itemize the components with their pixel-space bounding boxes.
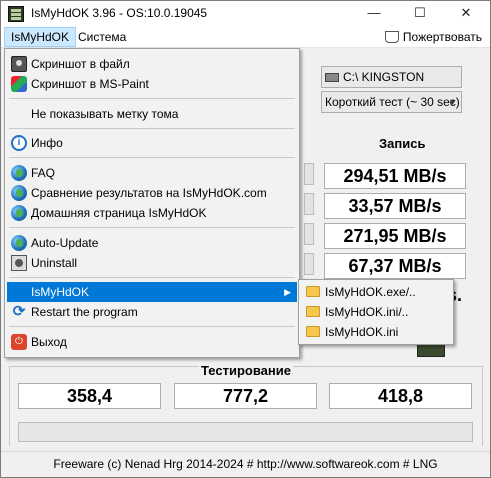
globe-icon <box>11 165 27 181</box>
write-value-4: 67,37 MB/s <box>324 253 466 279</box>
menu-bar: IsMyHdOK Система Пожертвовать <box>1 27 490 48</box>
menu-item-faq[interactable]: FAQ <box>7 163 297 183</box>
write-value-3: 271,95 MB/s <box>324 223 466 249</box>
read-field-stub <box>304 223 314 245</box>
title-bar[interactable]: IsMyHdOK 3.96 - OS:10.0.19045 — ☐ ✕ <box>1 1 490 27</box>
drive-icon <box>325 73 339 82</box>
menu-separator <box>9 277 295 278</box>
power-icon: ⏻ <box>11 334 27 350</box>
menu-item-info[interactable]: i Инфо <box>7 133 297 153</box>
coffee-cup-icon <box>384 31 399 43</box>
menu-item-label: Не показывать метку тома <box>31 107 179 121</box>
testing-value-2: 777,2 <box>174 383 317 409</box>
menu-item-label: FAQ <box>31 166 56 180</box>
maximize-button[interactable]: ☐ <box>397 1 443 27</box>
menu-item-label: Скриншот в файл <box>31 57 130 71</box>
app-icon <box>8 6 24 22</box>
menu-item-screenshot-file[interactable]: Скриншот в файл <box>7 54 297 74</box>
paint-icon <box>11 76 27 92</box>
globe-icon <box>11 235 27 251</box>
submenu-item-ini-folder[interactable]: IsMyHdOK.ini/.. <box>301 302 451 322</box>
chevron-down-icon: ▼ <box>448 97 457 107</box>
test-select-value: Короткий тест (~ 30 sec) <box>325 95 460 109</box>
submenu-item-label: IsMyHdOK.exe/.. <box>325 285 416 299</box>
camera-icon <box>11 56 27 72</box>
app-window: IsMyHdOK 3.96 - OS:10.0.19045 — ☐ ✕ IsMy… <box>0 0 491 478</box>
menu-item-screenshot-paint[interactable]: Скриншот в MS-Paint <box>7 74 297 94</box>
menu-item-compare[interactable]: Сравнение результатов на IsMyHdOK.com <box>7 183 297 203</box>
menu-item-label: Выход <box>31 335 67 349</box>
info-icon: i <box>11 135 27 151</box>
menu-separator <box>9 128 295 129</box>
menu-separator <box>9 98 295 99</box>
uninstall-icon <box>11 255 27 271</box>
write-value-2: 33,57 MB/s <box>324 193 466 219</box>
menu-item-homepage[interactable]: Домашняя страница IsMyHdOK <box>7 203 297 223</box>
menu-item-hide-label[interactable]: Не показывать метку тома <box>7 104 297 124</box>
ismyhdok-submenu: IsMyHdOK.exe/.. IsMyHdOK.ini/.. IsMyHdOK… <box>298 279 454 345</box>
folder-icon <box>306 286 320 297</box>
donate-button[interactable]: Пожертвовать <box>384 27 482 47</box>
menu-item-exit[interactable]: ⏻ Выход <box>7 332 297 352</box>
submenu-item-exe-folder[interactable]: IsMyHdOK.exe/.. <box>301 282 451 302</box>
submenu-item-label: IsMyHdOK.ini <box>325 325 399 339</box>
globe-icon <box>11 205 27 221</box>
menu-item-restart[interactable]: ⟳ Restart the program <box>7 302 297 322</box>
donate-label: Пожертвовать <box>402 30 482 44</box>
menu-item-uninstall[interactable]: Uninstall <box>7 253 297 273</box>
globe-icon <box>11 185 27 201</box>
write-value-1: 294,51 MB/s <box>324 163 466 189</box>
testing-value-1: 358,4 <box>18 383 161 409</box>
group-border <box>9 366 10 446</box>
minimize-button[interactable]: — <box>351 1 397 27</box>
read-field-stub <box>304 193 314 215</box>
testing-value-3: 418,8 <box>329 383 472 409</box>
read-field-stub <box>304 163 314 185</box>
menu-separator <box>9 157 295 158</box>
write-header: Запись <box>379 136 426 151</box>
menu-system[interactable]: Система <box>72 27 132 47</box>
group-border <box>482 366 483 446</box>
menu-ismyhdok[interactable]: IsMyHdOK <box>4 27 77 47</box>
menu-item-ismyhdok-submenu[interactable]: IsMyHdOK ▶ <box>7 282 297 302</box>
status-bar: Freeware (c) Nenad Hrg 2014-2024 # http:… <box>1 451 490 477</box>
menu-item-label: Скриншот в MS-Paint <box>31 77 149 91</box>
menu-item-label: Restart the program <box>31 305 138 319</box>
menu-item-label: Домашняя страница IsMyHdOK <box>31 206 207 220</box>
drive-select[interactable]: C:\ KINGSTON SA400S <box>321 66 462 104</box>
menu-item-label: Uninstall <box>31 256 78 270</box>
testing-header: Тестирование <box>199 363 293 378</box>
menu-separator <box>9 326 295 327</box>
menu-item-label: IsMyHdOK <box>31 285 90 299</box>
submenu-item-label: IsMyHdOK.ini/.. <box>325 305 409 319</box>
chevron-right-icon: ▶ <box>284 287 291 297</box>
close-button[interactable]: ✕ <box>443 1 489 27</box>
restart-icon: ⟳ <box>12 303 26 320</box>
progress-bar <box>18 422 473 442</box>
submenu-item-ini-file[interactable]: IsMyHdOK.ini <box>301 322 451 342</box>
test-select[interactable]: Короткий тест (~ 30 sec) ▼ <box>321 91 462 113</box>
menu-item-autoupdate[interactable]: Auto-Update <box>7 233 297 253</box>
menu-item-label: Сравнение результатов на IsMyHdOK.com <box>31 186 267 200</box>
folder-icon <box>306 306 320 317</box>
window-title: IsMyHdOK 3.96 - OS:10.0.19045 <box>31 6 208 20</box>
ismyhdok-menu: Скриншот в файл Скриншот в MS-Paint Не п… <box>4 48 300 358</box>
menu-item-label: Auto-Update <box>31 236 99 250</box>
read-field-stub <box>304 253 314 275</box>
folder-icon <box>306 326 320 337</box>
menu-item-label: Инфо <box>31 136 63 150</box>
menu-separator <box>9 227 295 228</box>
